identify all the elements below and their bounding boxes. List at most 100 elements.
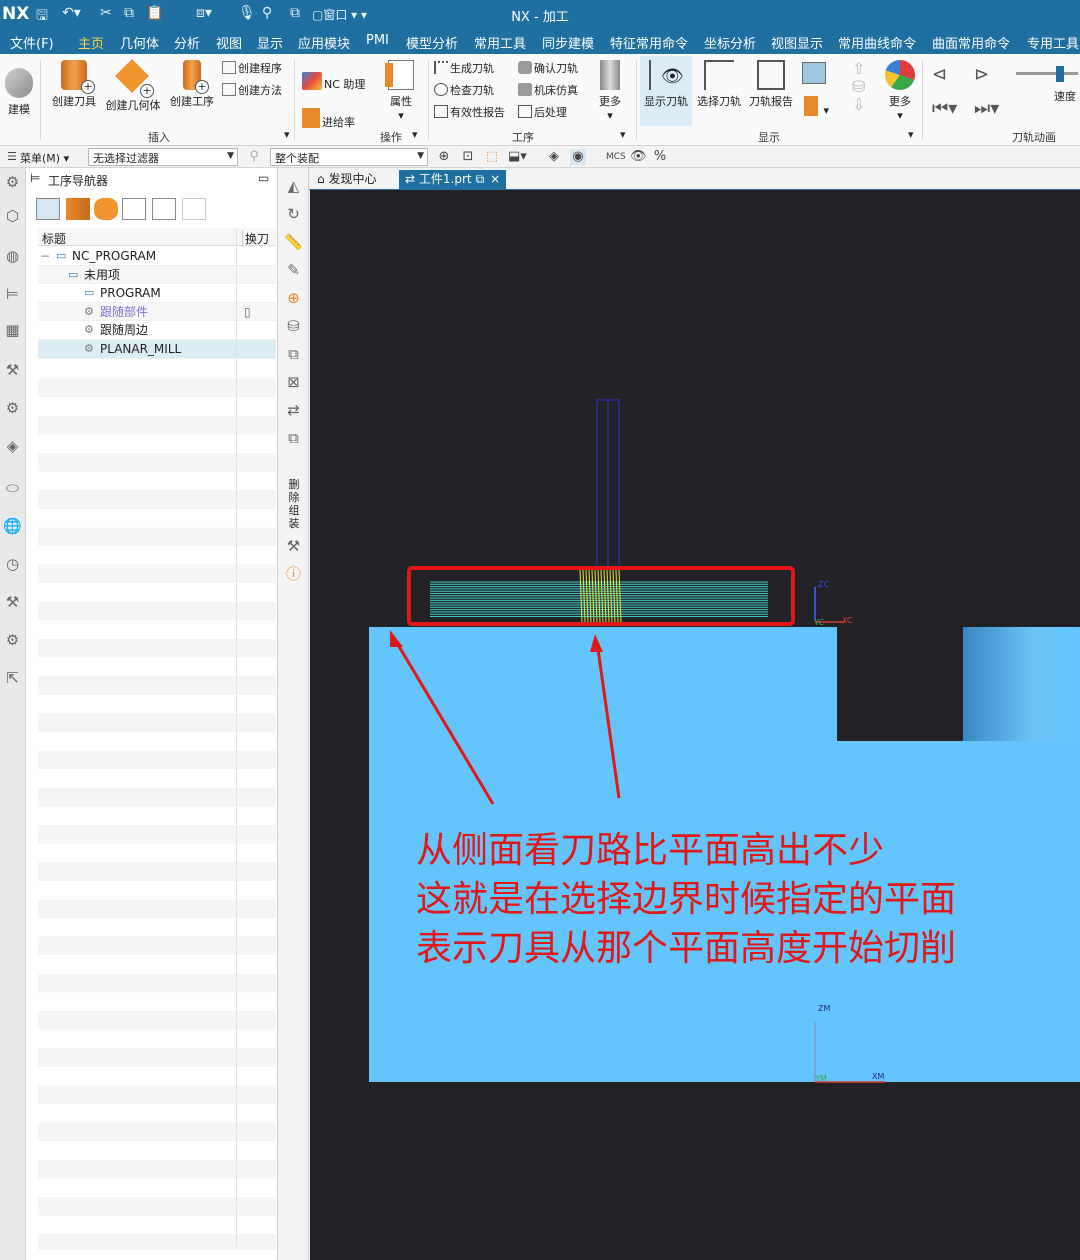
mcs-icon[interactable]: MCS (606, 149, 626, 165)
more-process-button[interactable]: 更多 ▾ (594, 60, 626, 122)
assembly-scope-dropdown[interactable]: 整个装配 ▼ (270, 148, 428, 166)
navigator-row[interactable]: ⚙ 跟随周边 (38, 321, 276, 340)
play-button[interactable]: ⊳ (974, 64, 989, 85)
menu-icon[interactable]: ☰ (4, 149, 20, 165)
navigator-row[interactable]: ▭ 未用项 (38, 265, 276, 285)
measure-icon[interactable]: 📏 (283, 232, 304, 253)
roles-icon[interactable]: ⬭ (2, 478, 23, 499)
create-geometry-button[interactable]: + 创建几何体 (102, 59, 164, 113)
menu-tab-12[interactable]: 坐标分析 (704, 33, 756, 52)
check-path-button[interactable]: 检查刀轨 (434, 82, 494, 98)
menu-tab-5[interactable]: 显示 (257, 33, 283, 52)
display-group-dropdown[interactable]: ▾ (908, 128, 914, 141)
geometry-view-icon[interactable] (94, 198, 118, 220)
program-view-icon[interactable] (36, 198, 60, 220)
speed-slider-thumb[interactable] (1056, 66, 1064, 82)
hide-icon[interactable]: ⧉ (283, 344, 304, 365)
column-title[interactable]: 标题 (42, 230, 66, 247)
machine-view-icon[interactable] (66, 198, 90, 220)
step-back-button[interactable]: ⊲ (932, 64, 947, 85)
orient-view-icon[interactable]: ◭ (283, 176, 304, 197)
rewind-button[interactable]: ⏮▾ (932, 98, 957, 119)
system-materials-icon[interactable]: ⚒ (2, 592, 23, 613)
reorder-icon[interactable]: ⇄ (283, 400, 304, 421)
more-display-button[interactable]: 更多 ▾ (882, 60, 918, 122)
method-view-icon[interactable] (122, 198, 146, 220)
rotate-icon[interactable]: ↻ (283, 204, 304, 225)
path-report-button[interactable]: 刀轨报告 (746, 60, 796, 109)
move-up-icon[interactable]: ⇧ ⛁ ⇩ (852, 60, 865, 114)
process-icon[interactable]: ⚙ (2, 630, 23, 651)
properties-dropdown[interactable]: ▾ (398, 109, 404, 122)
show-path-button[interactable]: 👁 显示刀轨 (640, 56, 692, 126)
pop-out-icon[interactable]: ⧉ (476, 172, 485, 186)
machine-tool-navigator-icon[interactable]: ▦ (2, 320, 23, 341)
create-program-button[interactable]: 创建程序 (222, 60, 282, 76)
column-tool-change[interactable]: 换刀 (242, 230, 269, 247)
menu-tab-13[interactable]: 视图显示 (771, 33, 823, 52)
feature-navigator-icon[interactable]: ⚙ (2, 398, 23, 419)
brush-icon[interactable]: ✎ (283, 260, 304, 281)
process-group-dropdown[interactable]: ▾ (620, 128, 626, 141)
select-path-button[interactable]: 选择刀轨 (694, 60, 744, 109)
display-settings-button[interactable] (802, 62, 828, 85)
add-view-icon[interactable] (152, 198, 176, 220)
verify-path-button[interactable]: 确认刀轨 (518, 60, 578, 76)
menu-tab-0[interactable]: 文件(F) (10, 33, 54, 52)
menu-tab-14[interactable]: 常用曲线命令 (838, 33, 916, 52)
layer-settings-icon[interactable]: ⛁ (283, 316, 304, 337)
select-component-icon[interactable]: ◈ (546, 149, 562, 165)
snap-point-icon[interactable]: ⊕ (436, 149, 452, 165)
close-tab-icon[interactable]: × (490, 172, 500, 186)
filter-icon[interactable]: ⚲ (246, 149, 262, 165)
properties-button[interactable]: 属性 ▾ (384, 60, 418, 122)
show-view-icon[interactable]: 👁 (630, 149, 647, 165)
validity-report-button[interactable]: 有效性报告 (434, 104, 505, 120)
select-assembly-icon[interactable]: ◉ (570, 149, 586, 165)
selection-filter-dropdown[interactable]: 无选择过滤器 ▼ (88, 148, 238, 166)
remove-view-icon[interactable] (182, 198, 206, 220)
create-operation-button[interactable]: + 创建工序 (166, 60, 218, 109)
menu-button[interactable]: 菜单(M) ▾ (20, 150, 69, 166)
graphics-viewport[interactable]: ZC YC XC ZM YM XM 从侧面看刀路比平面高出不少 这就是在选择边界… (310, 190, 1080, 1260)
insert-group-dropdown[interactable]: ▾ (284, 128, 290, 141)
post-process-button[interactable]: 后处理 (518, 104, 567, 120)
hide-view-icon[interactable]: % (652, 149, 668, 165)
menu-tab-15[interactable]: 曲面常用命令 (932, 33, 1010, 52)
navigator-row[interactable]: ⚙ PLANAR_MILL (38, 339, 276, 359)
nc-assistant-button[interactable]: NC 助理 (302, 72, 365, 92)
show-icon[interactable]: ⊠ (283, 372, 304, 393)
select-feature-icon[interactable]: ⊡ (460, 149, 476, 165)
tool-icon[interactable]: ⚒ (283, 536, 304, 557)
menu-tab-10[interactable]: 同步建模 (542, 33, 594, 52)
tab-part-file[interactable]: ⇄ 工件1.prt ⧉ × (399, 170, 507, 189)
operation-navigator-icon[interactable]: ⊨ (2, 284, 23, 305)
history-icon[interactable]: ◷ (2, 554, 23, 575)
info-icon[interactable]: ⓘ (283, 564, 304, 585)
navigator-row[interactable]: ⚙ 跟随部件 ▯ (38, 302, 276, 322)
menu-tab-2[interactable]: 几何体 (120, 33, 159, 52)
generate-path-button[interactable]: 生成刀轨 (434, 60, 494, 76)
menu-tab-4[interactable]: 视图 (216, 33, 242, 52)
navigator-row[interactable]: ▭ NC_PROGRAM − (38, 247, 276, 266)
menu-tab-6[interactable]: 应用模块 (298, 33, 350, 52)
machine-sim-button[interactable]: 机床仿真 (518, 82, 578, 98)
create-method-button[interactable]: 创建方法 (222, 82, 282, 98)
build-button[interactable]: 建模 (4, 68, 34, 117)
maximize-icon[interactable]: ▭ (258, 171, 269, 185)
move-object-icon[interactable]: ⊕ (283, 288, 304, 309)
menu-tab-8[interactable]: 模型分析 (406, 33, 458, 52)
menu-tab-11[interactable]: 特征常用命令 (610, 33, 688, 52)
copy-view-icon[interactable]: ⧉ (283, 428, 304, 449)
select-body-icon[interactable]: ⬚ (484, 149, 500, 165)
menu-tab-3[interactable]: 分析 (174, 33, 200, 52)
tab-discovery[interactable]: ⌂ 发现中心 (311, 170, 382, 189)
tool-library-icon[interactable]: ⚒ (2, 360, 23, 381)
operation-group-dropdown[interactable]: ▾ (412, 128, 418, 141)
geometry-icon[interactable]: ◈ (2, 436, 23, 457)
collapse-icon[interactable]: − (40, 247, 50, 266)
web-browser-icon[interactable]: 🌐 (2, 516, 23, 537)
menu-tab-1[interactable]: 主页 (73, 33, 109, 58)
feed-rate-button[interactable]: 进给率 (302, 108, 355, 130)
select-face-icon[interactable]: ⬓▾ (508, 149, 527, 165)
